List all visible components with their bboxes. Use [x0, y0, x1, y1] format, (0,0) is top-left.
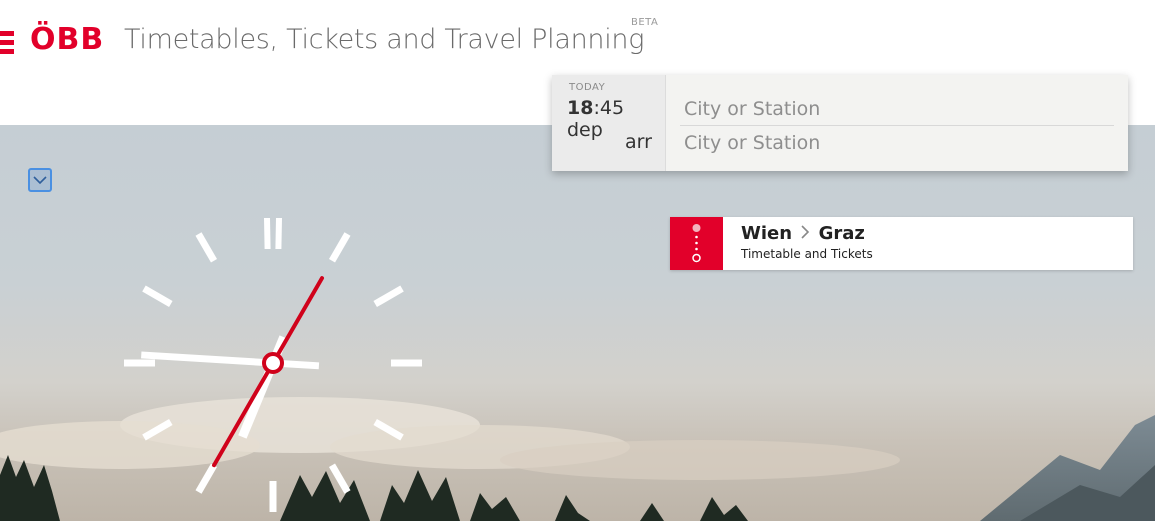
route-title: Wien Graz	[741, 223, 865, 244]
stations-box	[665, 75, 1128, 171]
journey-search-panel: TODAY 18:45 dep arr	[552, 75, 1128, 171]
brand-stripes-logo	[0, 31, 14, 55]
to-station-input[interactable]	[684, 128, 1114, 158]
day-label: TODAY	[569, 82, 606, 93]
clock-tick-10	[142, 285, 173, 308]
beta-badge: BETA	[631, 17, 659, 28]
collapse-toggle-button[interactable]	[28, 168, 52, 192]
clock-minute-hand	[141, 351, 320, 370]
from-station-input[interactable]	[684, 94, 1114, 124]
clock-tick-5	[328, 463, 351, 494]
time-hours: 18	[567, 97, 594, 119]
clock-tick-12-2	[275, 217, 282, 250]
clock-tick-11	[195, 232, 218, 263]
brand-logo[interactable]: ÖBB	[30, 22, 104, 57]
route-dots-icon	[670, 217, 723, 270]
clock-tick-4	[373, 418, 404, 441]
time-minutes: :45	[593, 97, 625, 119]
clock-tick-8	[142, 418, 173, 441]
clock-tick-7	[195, 463, 218, 494]
departure-time-selector[interactable]: TODAY 18:45 dep arr	[552, 75, 665, 171]
chevron-down-icon	[33, 176, 47, 185]
clock-tick-1	[328, 232, 351, 263]
clock-tick-12-1	[264, 217, 271, 250]
arr-label[interactable]: arr	[625, 131, 652, 153]
route-subtitle: Timetable and Tickets	[741, 247, 873, 261]
route-suggestion-card[interactable]: Wien Graz Timetable and Tickets	[670, 217, 1133, 270]
station-divider	[680, 125, 1114, 126]
dep-label: dep	[567, 119, 603, 141]
clock-hub	[262, 352, 284, 374]
page-title: Timetables, Tickets and Travel Planning	[124, 24, 645, 55]
route-to: Graz	[818, 223, 865, 244]
clock-tick-2	[373, 285, 404, 308]
chevron-right-icon	[800, 223, 810, 244]
analog-clock	[124, 217, 422, 512]
route-from: Wien	[741, 223, 793, 244]
